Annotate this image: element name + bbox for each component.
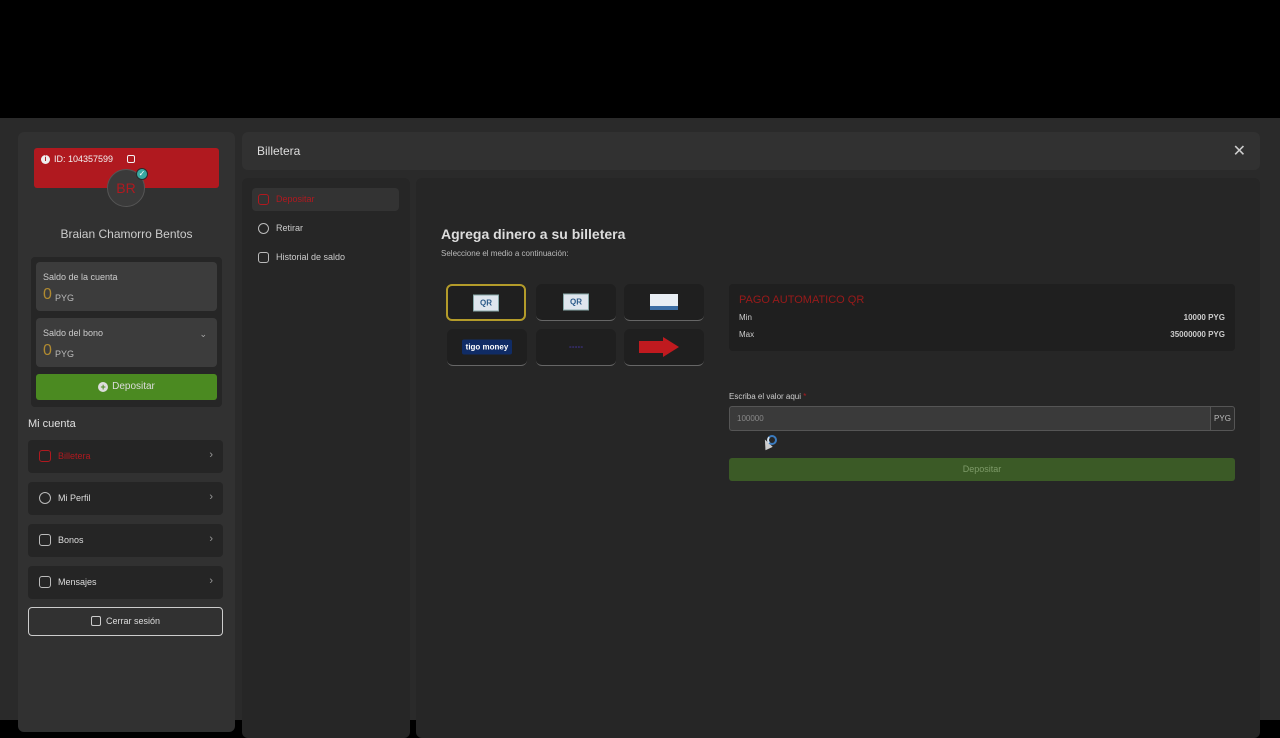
min-row: Min 10000 PYG [739,313,1225,322]
amount-label-text: Escriba el valor aqui [729,392,802,401]
wallet-icon [39,450,51,462]
max-row: Max 35000000 PYG [739,330,1225,339]
my-account-title: Mi cuenta [28,418,76,430]
sidebar-item-bonuses[interactable]: Bonos › [28,524,223,557]
chevron-right-icon: › [209,491,213,503]
red-arrow-logo [639,337,679,357]
tab-label: Retirar [276,223,304,233]
avatar-initials: BR [116,180,136,196]
payment-method-qr-1[interactable]: QR [446,284,526,321]
max-label: Max [739,330,755,339]
tab-label: Historial de saldo [276,252,346,262]
bonus-balance-currency: PYG [55,349,75,359]
tigo-money-logo: tigo money [462,339,512,355]
sidebar-deposit-button[interactable]: + Depositar [36,374,217,400]
sidebar-deposit-label: Depositar [112,381,155,392]
loading-spinner-icon [767,435,777,445]
sidebar-item-messages[interactable]: Mensajes › [28,566,223,599]
copy-icon[interactable] [127,155,135,163]
logout-icon [90,616,101,626]
modal-title: Billetera [257,144,301,158]
amount-label: Escriba el valor aqui * [729,392,806,401]
max-value: 35000000 PYG [1170,330,1225,339]
account-balance-card: Saldo de la cuenta 0 PYG [36,262,217,311]
chevron-right-icon: › [209,533,213,545]
chevron-right-icon: › [209,449,213,461]
account-sidebar: i ID: 104357599 BR ✓ Braian Chamorro Ben… [18,132,235,732]
required-mark: * [803,392,807,401]
deposit-icon [258,194,269,205]
method-info-panel: PAGO AUTOMATICO QR Min 10000 PYG Max 350… [729,284,1235,351]
info-icon: i [41,155,50,164]
user-name: Braian Chamorro Bentos [60,227,193,241]
balances-panel: Saldo de la cuenta 0 PYG Saldo del bono … [31,257,222,407]
withdraw-icon [258,223,269,234]
modal-header: Billetera ✕ [242,132,1260,170]
account-balance-currency: PYG [55,293,75,303]
min-label: Min [739,313,752,322]
plus-icon: + [98,382,109,392]
deposit-submit-button[interactable]: Depositar [729,458,1235,481]
min-value: 10000 PYG [1183,313,1225,322]
close-icon[interactable]: ✕ [1233,141,1246,161]
pagoexpress-logo: ◦◦◦◦◦ [568,342,584,352]
qr-bank-logo: QR [473,294,499,311]
bonus-balance-label: Saldo del bono [43,328,104,338]
account-balance-label: Saldo de la cuenta [43,272,118,282]
sidebar-item-label: Billetera [58,451,91,461]
payment-method-bank[interactable] [624,284,704,321]
sidebar-item-label: Mi Perfil [58,493,91,503]
sidebar-item-wallet[interactable]: Billetera › [28,440,223,473]
qr-bank-logo: QR [563,293,589,311]
tab-balance-history[interactable]: Historial de saldo [252,246,399,269]
user-id: ID: 104357599 [54,154,114,164]
payment-method-arrow[interactable] [624,329,704,366]
account-balance-amount: 0 [43,286,52,303]
logout-button[interactable]: Cerrar sesión [28,607,223,636]
method-title: PAGO AUTOMATICO QR [739,294,865,306]
history-icon [258,252,269,263]
chevron-right-icon: › [209,575,213,587]
tab-withdraw[interactable]: Retirar [252,217,399,240]
deposit-heading: Agrega dinero a su billetera [441,226,626,242]
verified-check-icon: ✓ [136,168,148,180]
user-icon [39,492,51,504]
wallet-page: i ID: 104357599 BR ✓ Braian Chamorro Ben… [0,118,1280,738]
chevron-down-icon[interactable]: ⌄ [199,329,207,340]
gift-icon [39,534,51,546]
bonus-balance-amount: 0 [43,342,52,359]
sidebar-item-label: Mensajes [58,577,97,587]
deposit-panel: Agrega dinero a su billetera Seleccione … [416,178,1260,738]
messages-icon [39,576,51,588]
avatar[interactable]: BR ✓ [107,168,148,207]
tab-deposit[interactable]: Depositar [252,188,399,211]
amount-input[interactable] [729,406,1210,431]
bonus-balance-card[interactable]: Saldo del bono ⌄ 0 PYG [36,318,217,367]
tigo-logo-text: tigo money [465,342,509,352]
sidebar-item-label: Bonos [58,535,84,545]
amount-currency: PYG [1210,406,1235,431]
tab-label: Depositar [276,194,315,204]
deposit-subheading: Seleccione el medio a continuación: [441,249,569,258]
payment-method-qr-2[interactable]: QR [536,284,616,321]
bank-logo [650,294,678,310]
wallet-tabs: Depositar Retirar Historial de saldo [242,178,410,738]
payment-method-tigo[interactable]: tigo money [447,329,527,366]
payment-method-pagoexpress[interactable]: ◦◦◦◦◦ [536,329,616,366]
logout-label: Cerrar sesión [105,616,161,626]
sidebar-item-profile[interactable]: Mi Perfil › [28,482,223,515]
